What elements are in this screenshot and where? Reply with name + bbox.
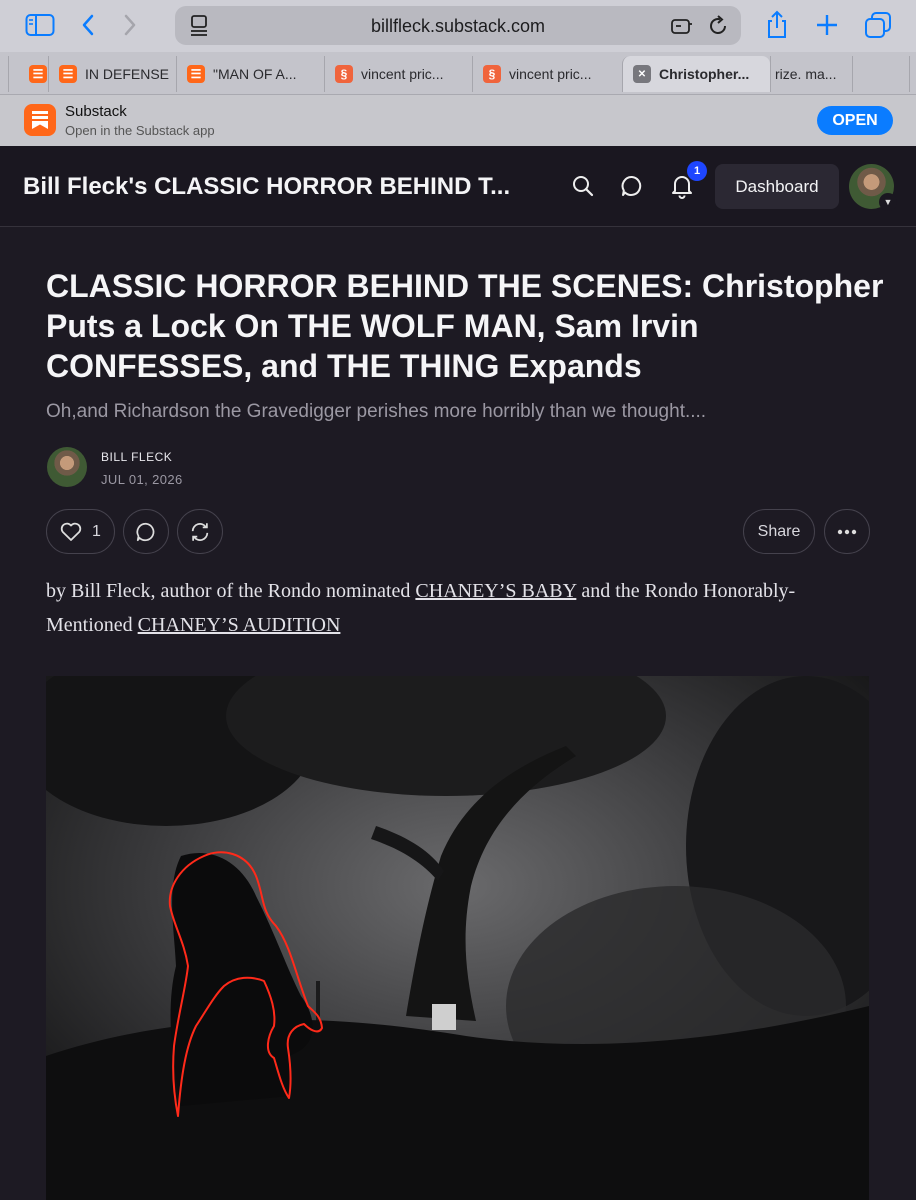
substack-favicon: ☰ (59, 65, 77, 83)
forward-icon[interactable] (120, 10, 140, 40)
chaneys-baby-link[interactable]: CHANEY’S BABY (415, 580, 576, 602)
tab-label: Christopher... (659, 66, 750, 82)
s-favicon: § (335, 65, 353, 83)
post-date: JUL 01, 2026 (101, 472, 183, 487)
tab-7[interactable]: rize. ma... (770, 56, 852, 92)
tab-label: rize. ma... (775, 66, 837, 82)
share-icon[interactable] (762, 10, 792, 40)
restack-button[interactable] (177, 509, 223, 554)
close-tab-icon[interactable]: ✕ (633, 65, 651, 83)
dashboard-button[interactable]: Dashboard (715, 164, 839, 209)
site-title[interactable]: Bill Fleck's CLASSIC HORROR BEHIND T... (23, 173, 543, 201)
open-app-button[interactable]: OPEN (817, 106, 893, 135)
notification-badge: 1 (687, 161, 707, 181)
substack-favicon: ☰ (29, 65, 47, 83)
graveyard-film-still (46, 676, 869, 1200)
like-count: 1 (92, 522, 101, 540)
search-icon[interactable] (569, 172, 597, 200)
tab-5[interactable]: § vincent pric... (472, 56, 622, 92)
chat-icon[interactable] (618, 172, 646, 200)
share-button[interactable]: Share (743, 509, 815, 554)
tabs-overview-icon[interactable] (862, 10, 894, 40)
tab-label: vincent pric... (509, 66, 592, 82)
back-icon[interactable] (78, 10, 98, 40)
tab-label: vincent pric... (361, 66, 444, 82)
tab-label: "MAN OF A... (213, 66, 297, 82)
substack-app-icon (24, 104, 56, 136)
post-title: CLASSIC HORROR BEHIND THE SCENES: Christ… (46, 268, 884, 384)
new-tab-icon[interactable] (812, 10, 842, 40)
s-favicon: § (483, 65, 501, 83)
like-button[interactable]: 1 (46, 509, 115, 554)
more-options-icon[interactable] (824, 509, 870, 554)
comment-icon (136, 522, 155, 541)
banner-app-name: Substack (65, 103, 127, 120)
heart-icon (60, 522, 82, 541)
sidebar-icon[interactable] (24, 10, 56, 40)
tab-4[interactable]: § vincent pric... (324, 56, 472, 92)
comment-button[interactable] (123, 509, 169, 554)
app-banner (0, 95, 916, 146)
tab-label: IN DEFENSE (85, 66, 170, 82)
banner-subtitle: Open in the Substack app (65, 123, 215, 138)
tab-active[interactable]: ✕ Christopher... (622, 56, 770, 92)
extension-icon[interactable] (669, 11, 695, 41)
tab-bar: ☰ ☰ IN DEFENSE ☰ "MAN OF A... § vincent … (0, 52, 916, 95)
tab-3[interactable]: ☰ "MAN OF A... (176, 56, 324, 92)
author-name[interactable]: BILL FLECK (101, 450, 172, 464)
hero-image[interactable] (46, 676, 869, 1200)
post-body-intro: by Bill Fleck, author of the Rondo nomin… (46, 574, 876, 642)
chevron-down-icon[interactable]: ▼ (879, 193, 897, 211)
chaneys-audition-link[interactable]: CHANEY’S AUDITION (138, 614, 341, 636)
body-text-start: by Bill Fleck, author of the Rondo nomin… (46, 580, 416, 602)
reload-icon[interactable] (705, 11, 731, 41)
substack-favicon: ☰ (187, 65, 205, 83)
author-avatar[interactable] (47, 447, 87, 487)
url-text: billfleck.substack.com (370, 16, 546, 36)
tab-8[interactable] (852, 56, 910, 92)
address-bar[interactable]: billfleck.substack.com (175, 6, 741, 45)
post-subtitle: Oh,and Richardson the Gravedigger perish… (46, 401, 707, 422)
tab-1[interactable]: ☰ (8, 56, 48, 92)
restack-icon (191, 522, 209, 541)
browser-toolbar: billfleck.substack.com (0, 0, 916, 52)
tab-2[interactable]: ☰ IN DEFENSE (48, 56, 176, 92)
